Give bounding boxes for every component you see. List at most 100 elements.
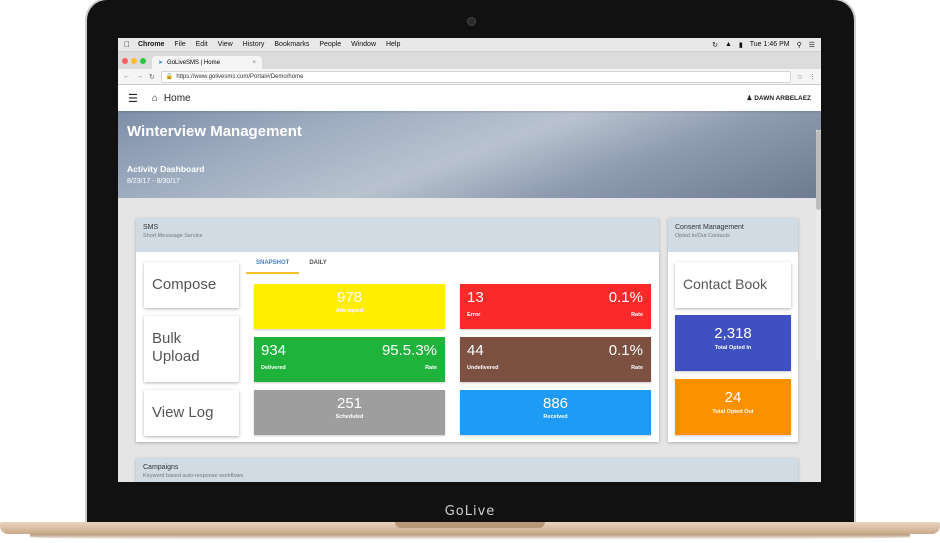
campaigns-card-header: Campaigns Keyword based auto-response wo… bbox=[136, 458, 798, 482]
screen:  Chrome File Edit View History Bookmark… bbox=[118, 38, 821, 482]
contact-book-button[interactable]: Contact Book bbox=[675, 262, 791, 308]
user-name: DAWN ARBELAEZ bbox=[754, 95, 811, 102]
address-bar[interactable]: 🔒 https://www.golivesms.com/Portal#/Demo… bbox=[160, 70, 791, 83]
campaigns-card-title: Campaigns bbox=[143, 464, 179, 471]
view-log-button[interactable]: View Log bbox=[144, 390, 239, 436]
received-value: 886 bbox=[542, 395, 569, 412]
wifi-icon[interactable]: ▲ bbox=[725, 41, 732, 48]
laptop-shadow bbox=[30, 534, 910, 540]
close-window-button[interactable] bbox=[122, 57, 128, 64]
sms-card: SMS Short Messsage Service Compose Bulk … bbox=[136, 218, 659, 442]
laptop-base-notch bbox=[395, 522, 545, 528]
scheduled-label: Scheduled bbox=[335, 414, 364, 420]
menu-file[interactable]: File bbox=[174, 41, 185, 48]
page-title: Home bbox=[163, 92, 191, 104]
opted-out-label: Total Opted Out bbox=[712, 409, 754, 415]
campaigns-card-subtitle: Keyword based auto-response workflows bbox=[143, 473, 244, 479]
browser-tabbar: ➤ GoLiveSMS | Home × bbox=[118, 52, 821, 69]
favicon-icon: ➤ bbox=[158, 60, 164, 66]
hero-date-range: 8/23/17 - 8/30/17 bbox=[127, 178, 180, 185]
lock-icon: 🔒 bbox=[165, 74, 174, 80]
consent-card: Consent Management Opted In/Out Contacts… bbox=[668, 218, 798, 442]
undelivered-rate-label: Rate bbox=[631, 365, 643, 371]
menu-people[interactable]: People bbox=[319, 41, 341, 48]
menubar-clock[interactable]: Tue 1:46 PM bbox=[750, 41, 790, 48]
sms-card-subtitle: Short Messsage Service bbox=[143, 233, 203, 239]
webcam bbox=[467, 17, 476, 26]
menu-app-name[interactable]: Chrome bbox=[138, 41, 164, 48]
consent-card-subtitle: Opted In/Out Contacts bbox=[675, 233, 730, 239]
consent-card-title: Consent Management bbox=[675, 224, 744, 231]
menu-window[interactable]: Window bbox=[351, 41, 376, 48]
delivered-value: 934 bbox=[261, 342, 287, 359]
home-icon[interactable]: ⌂ bbox=[152, 93, 158, 104]
notification-center-icon[interactable]: ☰ bbox=[809, 41, 815, 49]
opted-in-value: 2,318 bbox=[714, 325, 752, 342]
delivered-rate-label: Rate bbox=[425, 365, 437, 371]
menu-edit[interactable]: Edit bbox=[196, 41, 208, 48]
bookmark-star-icon[interactable]: ☆ bbox=[797, 73, 803, 81]
app-header: ☰ ⌂ Home ♟ DAWN ARBELAEZ bbox=[118, 85, 821, 111]
hamburger-menu-icon[interactable]: ☰ bbox=[128, 92, 138, 105]
laptop-brand-label: GoLive bbox=[444, 504, 496, 519]
hero-subtitle: Activity Dashboard bbox=[127, 164, 205, 174]
tab-daily[interactable]: DAILY bbox=[299, 256, 336, 274]
undelivered-tile[interactable]: 44 0.1% Undelivered Rate bbox=[460, 337, 651, 382]
menu-help[interactable]: Help bbox=[386, 41, 400, 48]
delivered-rate: 95.5.3% bbox=[381, 342, 437, 359]
received-label: Received bbox=[543, 414, 568, 420]
reload-icon[interactable]: ↻ bbox=[149, 73, 155, 81]
back-icon[interactable]: ← bbox=[123, 73, 130, 80]
page-scrollbar[interactable] bbox=[816, 130, 821, 360]
close-tab-icon[interactable]: × bbox=[252, 60, 256, 66]
attempted-value: 978 bbox=[336, 289, 363, 306]
user-menu[interactable]: ♟ DAWN ARBELAEZ bbox=[747, 94, 811, 102]
menu-history[interactable]: History bbox=[243, 41, 265, 48]
sms-tabs: SNAPSHOT DAILY bbox=[246, 256, 337, 274]
menubar-status: ↻ ▲ ▮ Tue 1:46 PM ⚲ ☰ bbox=[712, 41, 815, 49]
error-rate: 0.1% bbox=[608, 289, 643, 306]
delivered-tile[interactable]: 934 95.5.3% Delivered Rate bbox=[254, 337, 445, 382]
attempted-label: Attempted bbox=[335, 308, 364, 314]
menu-bookmarks[interactable]: Bookmarks bbox=[274, 41, 309, 48]
hero-banner: Winterview Management Activity Dashboard… bbox=[118, 111, 821, 198]
macos-menubar:  Chrome File Edit View History Bookmark… bbox=[118, 38, 821, 52]
undelivered-rate: 0.1% bbox=[608, 342, 643, 359]
attempted-tile[interactable]: 978 Attempted bbox=[254, 284, 445, 329]
zoom-window-button[interactable] bbox=[140, 57, 146, 64]
menubar-menu: Chrome File Edit View History Bookmarks … bbox=[138, 41, 408, 48]
opted-out-value: 24 bbox=[724, 389, 742, 406]
scheduled-value: 251 bbox=[336, 395, 363, 412]
bulk-upload-button[interactable]: Bulk Upload bbox=[144, 316, 239, 382]
spotlight-icon[interactable]: ⚲ bbox=[797, 41, 802, 49]
forward-icon[interactable]: → bbox=[136, 73, 143, 80]
browser-menu-icon[interactable]: ⋮ bbox=[809, 73, 816, 81]
browser-toolbar: ← → ↻ 🔒 https://www.golivesms.com/Portal… bbox=[118, 69, 821, 85]
consent-card-header: Consent Management Opted In/Out Contacts bbox=[668, 218, 798, 252]
error-rate-label: Rate bbox=[631, 312, 643, 318]
opted-out-tile[interactable]: 24 Total Opted Out bbox=[675, 379, 791, 435]
apple-icon[interactable]:  bbox=[124, 40, 130, 49]
hero-title: Winterview Management bbox=[127, 123, 302, 140]
error-tile[interactable]: 13 0.1% Error Rate bbox=[460, 284, 651, 329]
compose-button[interactable]: Compose bbox=[144, 262, 239, 308]
delivered-label: Delivered bbox=[261, 365, 286, 371]
error-label: Error bbox=[467, 312, 481, 318]
sms-card-title: SMS bbox=[143, 224, 159, 231]
scheduled-tile[interactable]: 251 Scheduled bbox=[254, 390, 445, 435]
scrollbar-thumb[interactable] bbox=[816, 130, 821, 210]
menu-view[interactable]: View bbox=[218, 41, 233, 48]
undelivered-value: 44 bbox=[467, 342, 484, 359]
sms-card-header: SMS Short Messsage Service bbox=[136, 218, 659, 252]
user-icon: ♟ bbox=[746, 95, 753, 102]
undelivered-label: Undelivered bbox=[467, 365, 499, 371]
minimize-window-button[interactable] bbox=[131, 57, 137, 64]
campaigns-card: Campaigns Keyword based auto-response wo… bbox=[136, 458, 798, 482]
received-tile[interactable]: 886 Received bbox=[460, 390, 651, 435]
tab-snapshot[interactable]: SNAPSHOT bbox=[246, 256, 300, 274]
browser-tab[interactable]: ➤ GoLiveSMS | Home × bbox=[152, 56, 262, 69]
battery-icon[interactable]: ▮ bbox=[739, 41, 743, 49]
time-machine-icon[interactable]: ↻ bbox=[712, 41, 718, 49]
window-controls bbox=[122, 52, 146, 69]
opted-in-tile[interactable]: 2,318 Total Opted In bbox=[675, 315, 791, 371]
